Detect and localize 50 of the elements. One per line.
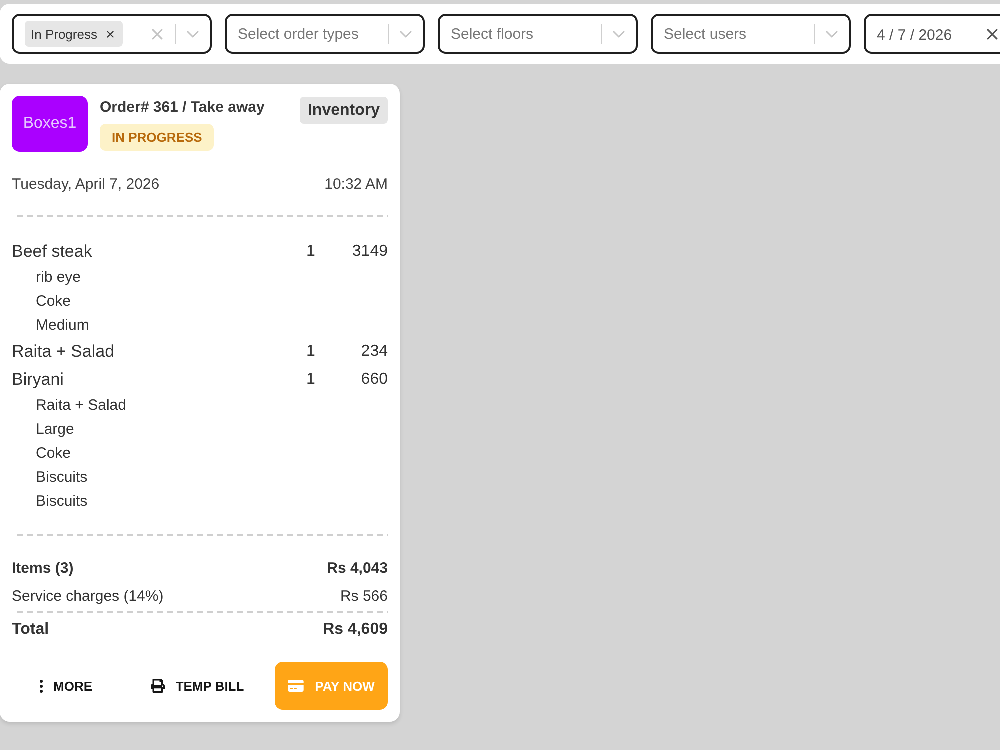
- summary-amount: Rs 566: [340, 588, 388, 604]
- credit-card-icon: [288, 680, 304, 692]
- summary-amount: Rs 4,043: [327, 560, 388, 576]
- order-date: Tuesday, April 7, 2026: [12, 175, 160, 195]
- item-modifier: Medium: [35, 316, 90, 336]
- item-quantity: 1: [306, 243, 316, 261]
- printer-icon: [150, 679, 165, 693]
- temp-bill-button[interactable]: TEMP BILL: [132, 662, 262, 710]
- remove-icon[interactable]: [107, 30, 114, 38]
- summary-label: Service charges (14%): [12, 588, 164, 604]
- select-dropdown[interactable]: Select floors: [438, 14, 638, 54]
- summary-label: Items (3): [12, 560, 74, 576]
- item-name: Beef steak: [12, 242, 94, 262]
- chevron-down-icon[interactable]: [613, 30, 625, 38]
- item-modifier: Large: [35, 420, 76, 440]
- chevron-down-icon[interactable]: [400, 30, 412, 38]
- select-input[interactable]: Select users: [664, 26, 814, 42]
- item-price: 234: [360, 343, 388, 361]
- table-tile: Boxes1: [12, 96, 88, 152]
- item-modifier: Biscuits: [35, 492, 89, 512]
- order-tag: Inventory: [300, 97, 388, 124]
- order-time: 10:32 AM: [324, 175, 388, 195]
- date-input[interactable]: 4 / 7 / 2026: [877, 24, 975, 44]
- item-modifier: Biscuits: [35, 468, 89, 488]
- item-price: 3149: [351, 243, 388, 261]
- summary-amount: Rs 4,609: [323, 621, 388, 639]
- select-dropdown[interactable]: Select order types: [225, 14, 425, 54]
- chevron-down-icon[interactable]: [826, 30, 838, 38]
- item-name: Raita + Salad: [12, 342, 116, 362]
- multi-select-dropdown[interactable]: In Progress: [12, 14, 212, 54]
- item-name: Biryani: [12, 370, 65, 390]
- vertical-dots-icon: [40, 680, 42, 692]
- select-input[interactable]: Select floors: [451, 26, 601, 42]
- item-modifier: Coke: [35, 292, 72, 312]
- item-modifier: Raita + Salad: [35, 396, 128, 416]
- clear-icon[interactable]: [986, 28, 998, 40]
- more-button[interactable]: MORE: [12, 662, 120, 710]
- item-quantity: 1: [306, 371, 316, 389]
- tag-label: In Progress: [31, 26, 98, 42]
- order-title: Order# 361 / Take away: [100, 98, 265, 118]
- item-modifier: Coke: [35, 444, 72, 464]
- item-quantity: 1: [306, 343, 316, 361]
- summary-label: Total: [12, 621, 50, 639]
- item-price: 660: [360, 371, 388, 389]
- date-picker[interactable]: 4 / 7 / 2026: [864, 14, 1000, 54]
- status-badge: IN PROGRESS: [100, 124, 214, 151]
- select-input[interactable]: Select order types: [238, 26, 388, 42]
- chevron-down-icon[interactable]: [187, 30, 199, 38]
- item-modifier: rib eye: [35, 268, 82, 288]
- select-dropdown[interactable]: Select users: [651, 14, 851, 54]
